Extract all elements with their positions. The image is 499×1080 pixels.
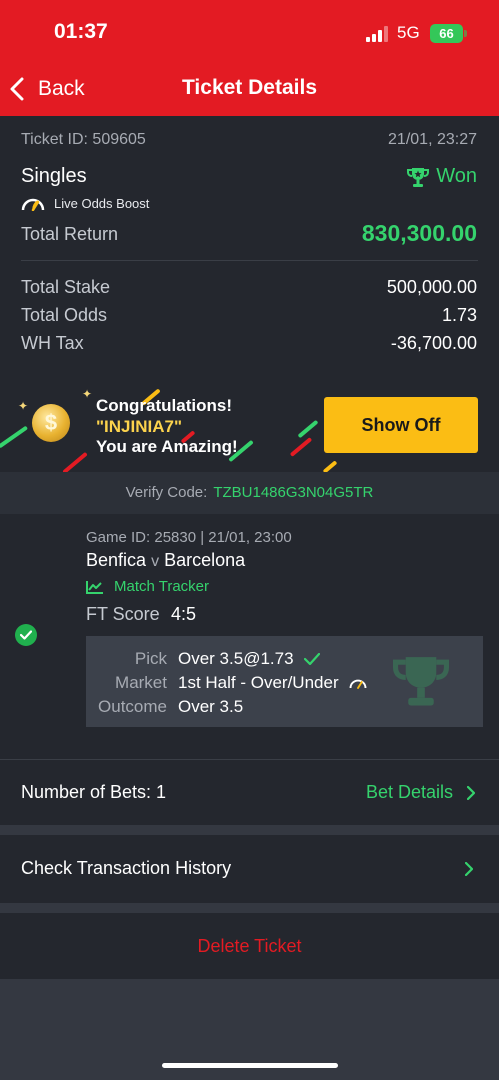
home-indicator[interactable] — [162, 1063, 338, 1068]
top-bar: 01:37 5G 66 Back Ticket Details — [0, 0, 499, 116]
chevron-right-icon — [465, 862, 473, 876]
ticket-date: 21/01, 23:27 — [388, 131, 477, 148]
signal-icon — [366, 26, 390, 42]
market-value: 1st Half - Over/Under — [178, 673, 339, 692]
odds-label: Total Odds — [21, 305, 108, 325]
home-team: Benfica — [86, 550, 147, 570]
game-id: Game ID: 25830 | 21/01, 23:00 — [86, 529, 292, 546]
stake-label: Total Stake — [21, 277, 111, 297]
battery-tip — [464, 30, 467, 37]
speedometer-icon — [21, 198, 45, 211]
confetti-stripe — [322, 460, 338, 472]
pick-value-row: Over 3.5@1.73 — [178, 649, 320, 669]
outcome-value: Over 3.5 — [178, 697, 244, 716]
total-return-label: Total Return — [21, 224, 119, 244]
congrats-banner: ✦ ✦ $ Congratulations! "INJINIA7" You ar… — [0, 373, 499, 472]
outcome-label: Outcome — [98, 697, 167, 716]
congrats-line: Congratulations! — [96, 396, 232, 415]
chart-line-icon — [86, 580, 103, 594]
pick-value: Over 3.5@1.73 — [178, 649, 294, 668]
trophy-watermark-icon — [393, 657, 449, 706]
pick-details: Pick Over 3.5@1.73 Market 1st Half - Ove… — [86, 636, 483, 727]
status-time: 01:37 — [54, 20, 108, 43]
divider — [21, 260, 478, 261]
check-circle-icon — [15, 624, 37, 646]
versus: v — [151, 553, 160, 570]
bet-details-button[interactable]: Bet Details — [366, 782, 475, 803]
total-return-value: 830,300.00 — [361, 220, 477, 246]
confetti-stripe — [0, 425, 29, 449]
selection-card: Game ID: 25830 | 21/01, 23:00 Benfica v … — [0, 514, 499, 759]
ticket-id: Ticket ID: 509605 — [21, 131, 146, 148]
number-of-bets: Number of Bets: 1 — [21, 782, 167, 802]
odds-boost: Live Odds Boost — [21, 196, 149, 211]
checkmark-icon — [303, 653, 320, 665]
page-title: Ticket Details — [181, 76, 317, 99]
chevron-right-icon — [467, 785, 475, 800]
confetti-stripe — [62, 451, 88, 472]
transaction-history-label: Check Transaction History — [21, 858, 232, 878]
stake-value: 500,000.00 — [386, 277, 477, 297]
boost-label: Live Odds Boost — [54, 196, 150, 211]
match-tracker-link[interactable]: Match Tracker — [86, 578, 209, 595]
market-label: Market — [115, 673, 167, 692]
status-text: Won — [436, 165, 477, 187]
confetti-stripe — [289, 437, 313, 457]
verify-code[interactable]: TZBU1486G3N04G5TR — [213, 484, 373, 501]
sparkle-icon: ✦ — [18, 399, 29, 413]
sparkle-icon: ✦ — [82, 387, 93, 401]
verify-label: Verify Code: — [125, 484, 208, 501]
battery-icon: 66 — [430, 24, 463, 43]
delete-ticket-button[interactable]: Delete Ticket — [0, 913, 499, 979]
coin-icon: $ — [32, 404, 70, 442]
odds-value: 1.73 — [441, 305, 477, 325]
verify-code-bar: Verify Code: TZBU1486G3N04G5TR — [0, 472, 499, 514]
congrats-username: "INJINIA7" — [96, 416, 183, 436]
status-badge: Won — [407, 165, 477, 188]
away-team: Barcelona — [164, 550, 246, 570]
ticket-summary: Ticket ID: 509605 21/01, 23:27 Singles W… — [0, 116, 499, 373]
show-off-button[interactable]: Show Off — [324, 397, 478, 453]
tax-value: -36,700.00 — [390, 333, 477, 353]
bets-row[interactable]: Number of Bets: 1 Bet Details — [0, 760, 499, 825]
confetti-stripe — [297, 419, 319, 439]
score-label: FT Score — [86, 604, 160, 624]
match-teams: Benfica v Barcelona — [86, 550, 245, 571]
pick-label: Pick — [134, 649, 167, 668]
congrats-text: Congratulations! "INJINIA7" You are Amaz… — [96, 396, 238, 458]
match-tracker-label: Match Tracker — [114, 578, 210, 595]
transaction-history-row[interactable]: Check Transaction History — [0, 835, 499, 903]
bet-type: Singles — [21, 165, 87, 187]
speedometer-icon — [349, 679, 367, 689]
market-value-row: 1st Half - Over/Under — [178, 673, 367, 693]
bet-details-label: Bet Details — [365, 782, 453, 802]
tax-label: WH Tax — [21, 333, 84, 353]
network-type: 5G — [397, 23, 420, 42]
trophy-icon — [407, 167, 430, 187]
final-score: 4:5 — [171, 604, 197, 624]
congrats-line: You are Amazing! — [96, 437, 238, 456]
